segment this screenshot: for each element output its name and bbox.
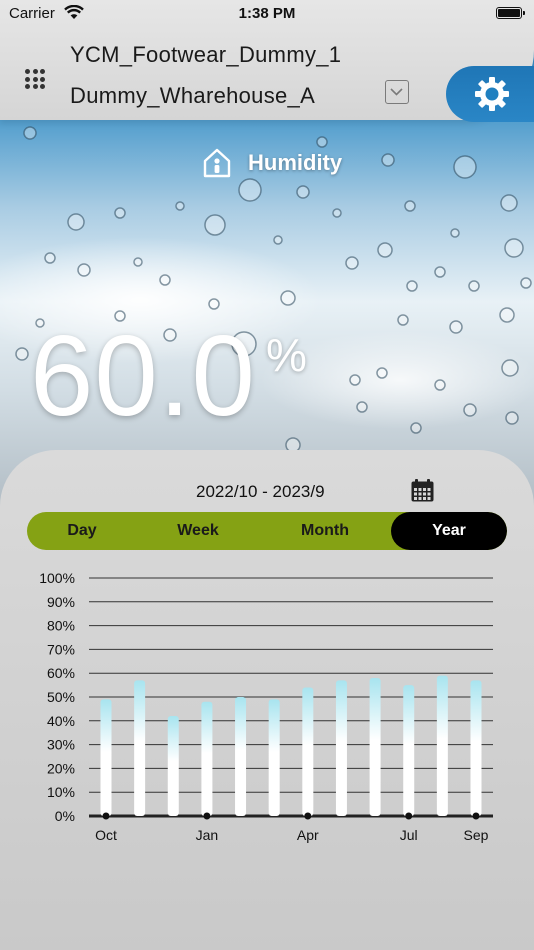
y-tick-label: 30% [47, 737, 75, 753]
calendar-icon[interactable] [410, 478, 435, 503]
tab-week[interactable]: Week [137, 512, 259, 550]
x-tick-label: Jul [400, 827, 418, 843]
bar-mar [268, 699, 280, 816]
status-bar: Carrier 1:38 PM [0, 0, 534, 30]
y-tick-label: 90% [47, 594, 75, 610]
y-tick-label: 0% [55, 808, 75, 824]
y-tick-label: 100% [39, 570, 75, 586]
tab-day[interactable]: Day [27, 512, 137, 550]
y-tick-label: 60% [47, 665, 75, 681]
bar-jul [403, 685, 415, 816]
chevron-down-icon [390, 88, 403, 96]
warehouse-name[interactable]: Dummy_Wharehouse_A [70, 83, 315, 109]
battery-icon [496, 7, 525, 19]
period-tabs: Day Week Month Year [27, 512, 507, 550]
y-tick-label: 80% [47, 618, 75, 634]
bar-oct [100, 699, 112, 816]
y-tick-label: 10% [47, 784, 75, 800]
status-time: 1:38 PM [238, 5, 296, 22]
gear-icon [475, 77, 509, 111]
x-tick-label: Apr [297, 827, 319, 843]
bar-aug [436, 675, 448, 816]
humidity-bar-chart: 100% 90% 80% 70% 60% 50% 40% 30% 20% 10% 0% Oct Jan A… [39, 570, 493, 843]
x-tick-dot [405, 812, 413, 820]
y-tick-label: 50% [47, 689, 75, 705]
bar-jun [369, 677, 381, 816]
humidity-value: 60.0 [30, 313, 256, 440]
humidity-unit: % [266, 329, 307, 381]
y-tick-label: 70% [47, 641, 75, 657]
tab-year[interactable]: Year [391, 512, 507, 550]
bar-may [335, 680, 347, 816]
bar-sep [470, 680, 482, 816]
bar-dec [167, 716, 179, 816]
bar-nov [134, 680, 146, 816]
bar-apr [302, 687, 314, 816]
sensor-label: Humidity [200, 146, 342, 180]
x-tick-label: Oct [95, 827, 117, 843]
y-tick-label: 20% [47, 760, 75, 776]
y-tick-label: 40% [47, 713, 75, 729]
bar-feb [235, 697, 247, 816]
warehouse-dropdown-button[interactable] [385, 80, 409, 104]
tab-month[interactable]: Month [259, 512, 391, 550]
date-range: 2022/10 - 2023/9 [196, 482, 325, 501]
x-tick-label: Sep [464, 827, 489, 843]
x-tick-dot [102, 812, 110, 820]
bar-jan [201, 701, 213, 816]
x-tick-dot [304, 812, 312, 820]
device-name: YCM_Footwear_Dummy_1 [70, 42, 342, 67]
x-tick-dot [472, 812, 480, 820]
x-tick-label: Jan [196, 827, 219, 843]
x-tick-dot [203, 812, 211, 820]
menu-grid-icon[interactable] [25, 69, 45, 89]
home-person-icon [203, 148, 231, 178]
sensor-label-text: Humidity [248, 150, 343, 175]
settings-button[interactable] [446, 66, 534, 122]
